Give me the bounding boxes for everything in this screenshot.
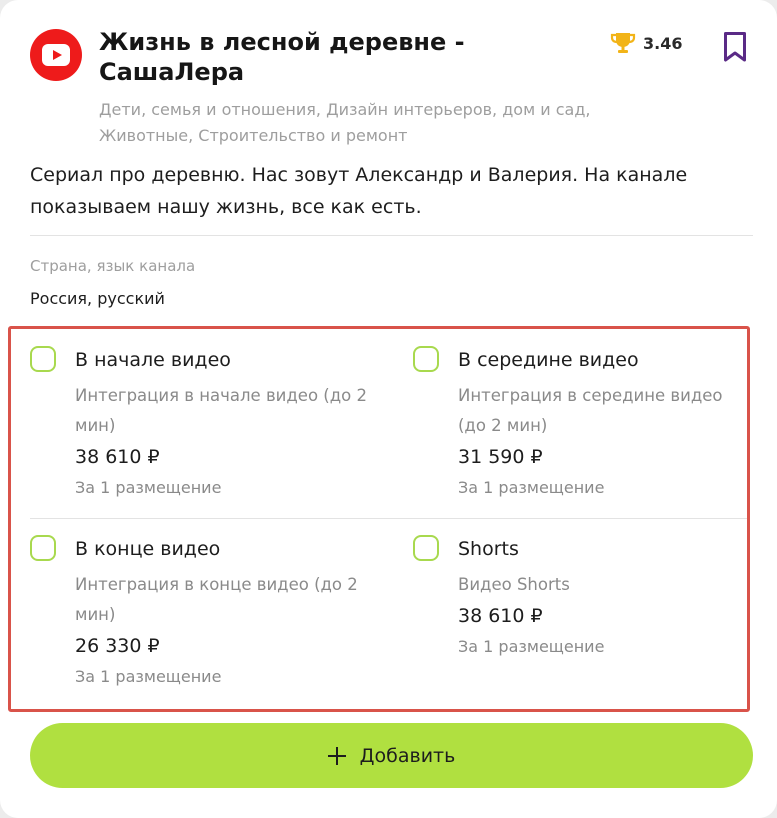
- option-title: В середине видео: [458, 349, 639, 371]
- option-price: 26 330 ₽: [75, 635, 160, 657]
- option-title: Shorts: [458, 538, 519, 560]
- divider: [30, 235, 753, 236]
- option-unit: За 1 размещение: [75, 667, 222, 686]
- option-title: В конце видео: [75, 538, 221, 560]
- option-unit: За 1 размещение: [458, 637, 605, 656]
- option-price: 38 610 ₽: [75, 446, 160, 468]
- option-description: Видео Shorts: [458, 575, 570, 594]
- country-language-value: Россия, русский: [30, 289, 165, 308]
- checkbox[interactable]: [413, 346, 439, 372]
- trophy-icon: [610, 33, 636, 53]
- youtube-icon: [30, 29, 82, 81]
- rating: 3.46: [610, 31, 682, 55]
- option-description: Интеграция в начале видео (до 2 мин): [75, 386, 367, 435]
- checkbox[interactable]: [413, 535, 439, 561]
- option-title: В начале видео: [75, 349, 231, 371]
- option-price: 38 610 ₽: [458, 605, 543, 627]
- channel-categories: Дети, семья и отношения, Дизайн интерьер…: [99, 100, 591, 145]
- option-description: Интеграция в середине видео (до 2 мин): [458, 386, 723, 435]
- add-button-label: Добавить: [359, 744, 456, 767]
- option-price: 31 590 ₽: [458, 446, 543, 468]
- checkbox[interactable]: [30, 535, 56, 561]
- options-divider: [30, 518, 747, 519]
- channel-description: Сериал про деревню. Нас зовут Александр …: [30, 164, 688, 218]
- option-unit: За 1 размещение: [75, 478, 222, 497]
- channel-card: Жизнь в лесной деревне - СашаЛера 3.46 Д…: [0, 0, 777, 818]
- checkbox[interactable]: [30, 346, 56, 372]
- plus-icon: [327, 746, 346, 765]
- rating-value: 3.46: [643, 33, 683, 53]
- option-description: Интеграция в конце видео (до 2 мин): [75, 575, 358, 624]
- channel-title[interactable]: Жизнь в лесной деревне - СашаЛера: [99, 27, 569, 87]
- option-unit: За 1 размещение: [458, 478, 605, 497]
- add-button[interactable]: Добавить: [30, 723, 753, 788]
- bookmark-icon[interactable]: [722, 31, 748, 63]
- country-language-label: Страна, язык канала: [30, 257, 196, 275]
